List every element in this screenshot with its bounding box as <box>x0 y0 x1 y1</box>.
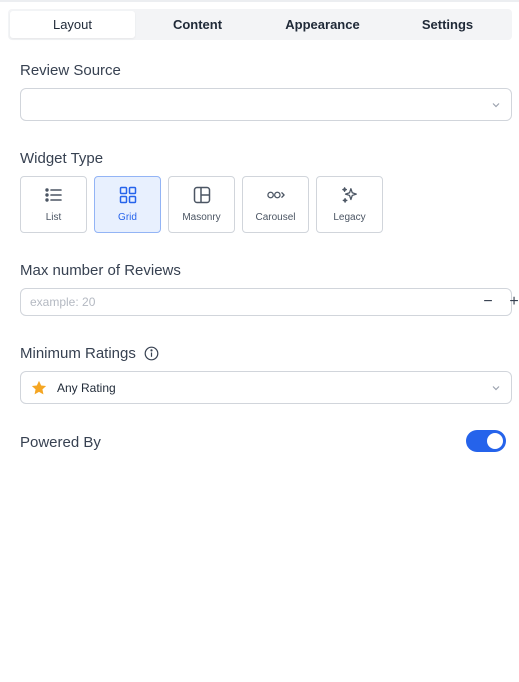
widget-type-options: List Grid Masonry Carousel Legacy <box>20 176 383 233</box>
tab-content[interactable]: Content <box>135 11 260 38</box>
minimum-ratings-value: Any Rating <box>57 380 116 395</box>
chevron-down-icon <box>491 100 501 110</box>
widget-type-carousel[interactable]: Carousel <box>242 176 309 233</box>
tab-bar: Layout Content Appearance Settings <box>8 9 512 40</box>
sparkles-icon <box>341 186 359 204</box>
widget-type-list[interactable]: List <box>20 176 87 233</box>
widget-type-grid-label: Grid <box>118 212 137 223</box>
grid-icon <box>119 186 137 204</box>
widget-type-grid[interactable]: Grid <box>94 176 161 233</box>
widget-type-masonry-label: Masonry <box>182 212 221 223</box>
masonry-icon <box>193 186 211 204</box>
minimum-ratings-select[interactable]: Any Rating <box>20 371 512 404</box>
widget-type-label: Widget Type <box>20 150 104 167</box>
max-reviews-label: Max number of Reviews <box>20 262 181 279</box>
widget-type-legacy[interactable]: Legacy <box>316 176 383 233</box>
max-reviews-field: − + <box>20 288 519 316</box>
review-source-select[interactable] <box>20 88 512 121</box>
toggle-knob <box>487 433 503 449</box>
top-divider <box>0 0 519 2</box>
widget-type-masonry[interactable]: Masonry <box>168 176 235 233</box>
minimum-ratings-label: Minimum Ratings <box>20 345 136 362</box>
widget-type-legacy-label: Legacy <box>333 212 366 223</box>
powered-by-label: Powered By <box>20 434 101 451</box>
increment-button[interactable]: + <box>505 293 519 311</box>
info-icon[interactable] <box>144 346 159 361</box>
widget-type-list-label: List <box>45 212 62 223</box>
tab-appearance[interactable]: Appearance <box>260 11 385 38</box>
chevron-down-icon <box>491 383 501 393</box>
list-icon <box>44 186 63 204</box>
review-source-label: Review Source <box>20 62 121 79</box>
decrement-button[interactable]: − <box>479 293 497 311</box>
max-reviews-input[interactable] <box>30 289 430 315</box>
carousel-icon <box>266 186 285 204</box>
star-icon <box>30 379 48 397</box>
tab-layout[interactable]: Layout <box>10 11 135 38</box>
powered-by-toggle[interactable] <box>466 430 506 452</box>
tab-settings[interactable]: Settings <box>385 11 510 38</box>
widget-type-carousel-label: Carousel <box>255 212 296 223</box>
minimum-ratings-label-row: Minimum Ratings <box>20 345 159 362</box>
